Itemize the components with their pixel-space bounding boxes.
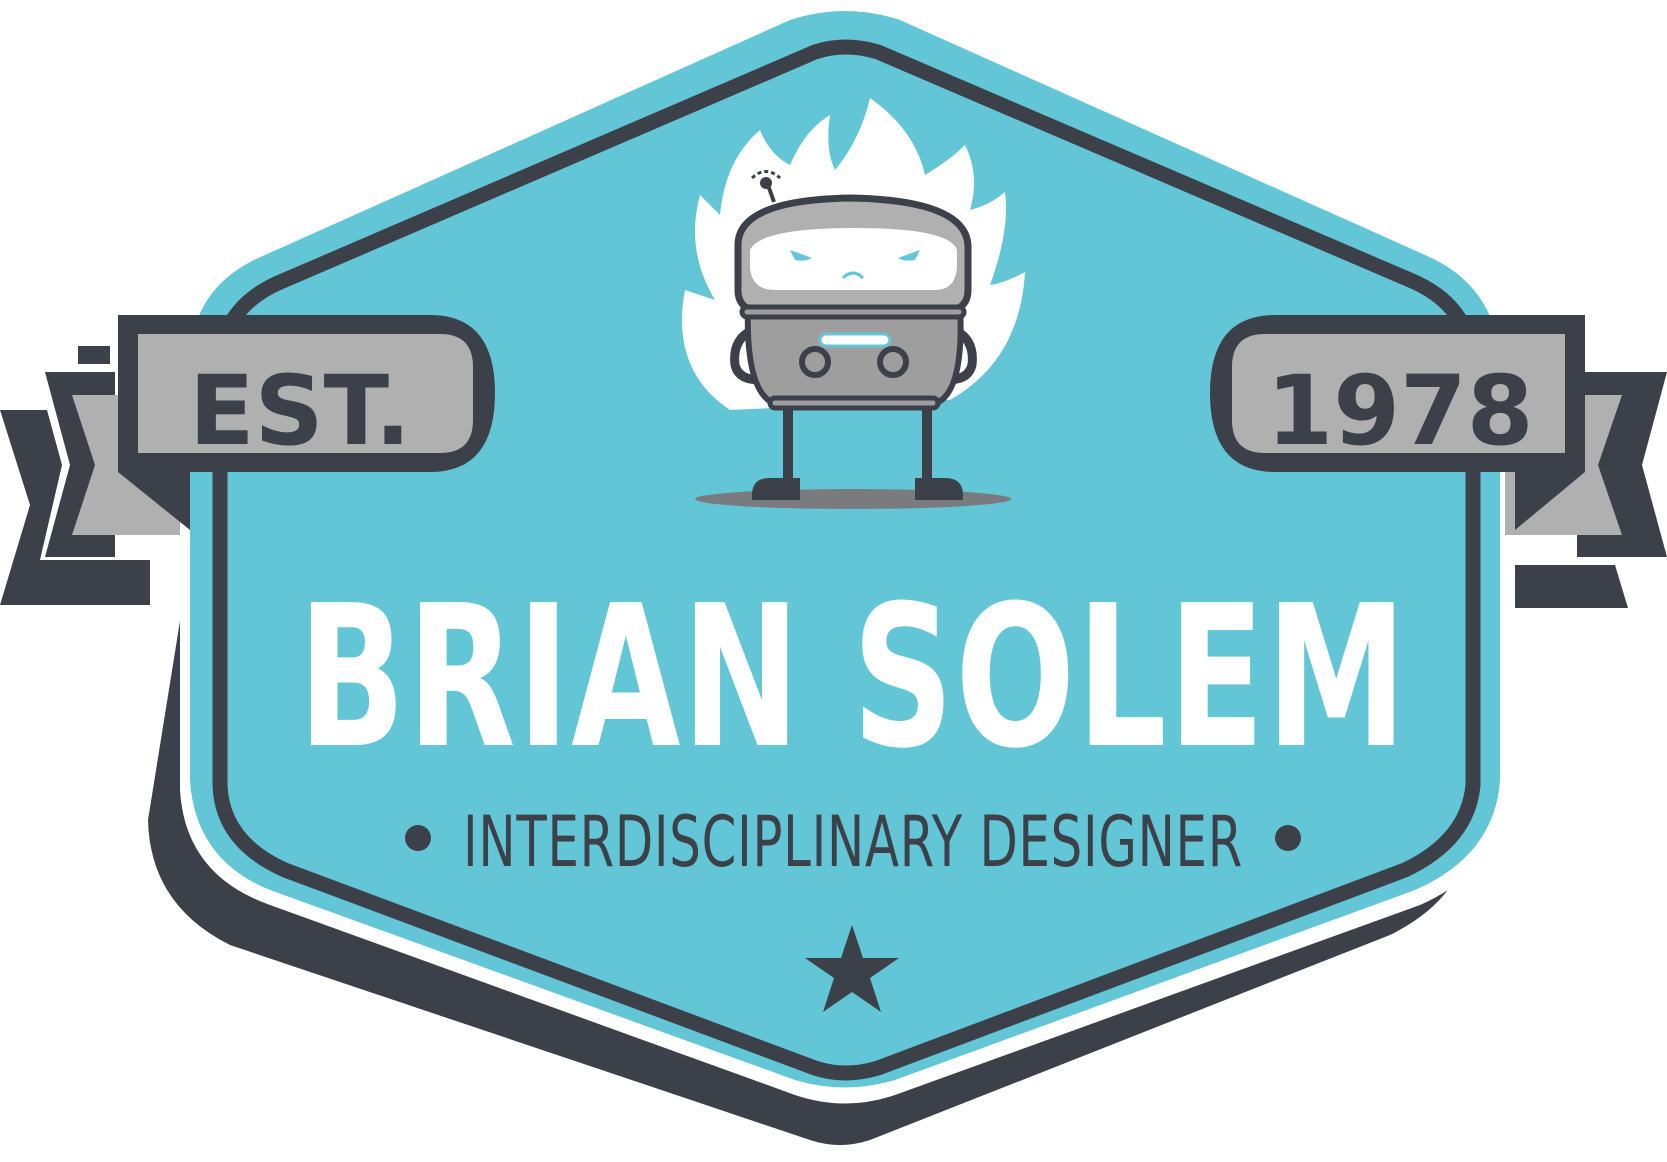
dot-icon (1275, 825, 1301, 851)
brand-name: BRIAN SOLEM (298, 564, 1408, 792)
ribbon-left-text: EST. (189, 355, 411, 467)
ribbon-right-text: 1978 (1266, 355, 1533, 467)
logo-badge: EST. 1978 BRIAN SOLEM INTERDISCIPLINARY … (0, 0, 1667, 1162)
dot-icon (405, 825, 431, 851)
tagline: INTERDISCIPLINARY DESIGNER (463, 801, 1243, 883)
